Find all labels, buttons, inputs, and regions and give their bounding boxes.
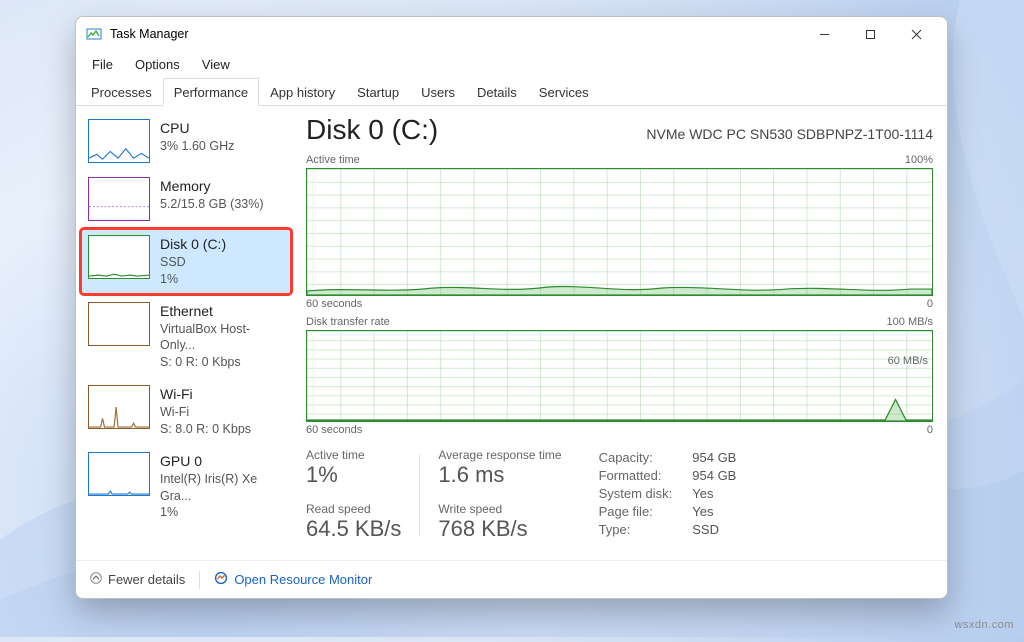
sidebar-sub-eth-a: VirtualBox Host-Only... — [160, 321, 284, 355]
thumb-disk0 — [88, 235, 150, 279]
tab-strip: Processes Performance App history Startu… — [76, 77, 947, 106]
sidebar-sub-disk0-a: SSD — [160, 254, 226, 271]
sidebar-sub-disk0-b: 1% — [160, 271, 226, 288]
stat-active-time-label: Active time — [306, 448, 401, 462]
active-time-chart — [306, 168, 933, 296]
sidebar-item-gpu0[interactable]: GPU 0 Intel(R) Iris(R) Xe Gra... 1% — [82, 447, 290, 527]
chevron-up-icon — [90, 572, 102, 587]
transfer-rate-chart: 60 MB/s — [306, 330, 933, 422]
tab-performance[interactable]: Performance — [163, 78, 259, 106]
active-time-chart-wrap: Active time 100% 60 seconds 0 — [306, 154, 933, 310]
kv-formatted-k: Formatted: — [599, 468, 673, 483]
kv-pagefile-v: Yes — [692, 504, 736, 519]
sidebar-label-eth: Ethernet — [160, 302, 284, 321]
kv-systemdisk-v: Yes — [692, 486, 736, 501]
sidebar-item-memory[interactable]: Memory 5.2/15.8 GB (33%) — [82, 172, 290, 226]
sidebar-sub-gpu0-a: Intel(R) Iris(R) Xe Gra... — [160, 471, 284, 505]
kv-capacity-v: 954 GB — [692, 450, 736, 465]
close-button[interactable] — [893, 19, 939, 49]
menu-bar: File Options View — [76, 51, 947, 77]
stat-avg-label: Average response time — [438, 448, 561, 462]
main-header: Disk 0 (C:) NVMe WDC PC SN530 SDBPNPZ-1T… — [306, 114, 933, 146]
open-resource-monitor-label: Open Resource Monitor — [234, 572, 372, 587]
kv-pagefile-k: Page file: — [599, 504, 673, 519]
thumb-gpu0 — [88, 452, 150, 496]
disk-model: NVMe WDC PC SN530 SDBPNPZ-1T00-1114 — [646, 126, 933, 142]
fewer-details-button[interactable]: Fewer details — [90, 572, 185, 587]
chart1-top-right: 100% — [905, 154, 933, 166]
menu-view[interactable]: View — [192, 54, 240, 75]
sidebar-sub-memory: 5.2/15.8 GB (33%) — [160, 196, 264, 213]
thumb-ethernet — [88, 302, 150, 346]
kv-type-k: Type: — [599, 522, 673, 537]
menu-options[interactable]: Options — [125, 54, 190, 75]
chart1-bot-left: 60 seconds — [306, 298, 362, 310]
open-resource-monitor-link[interactable]: Open Resource Monitor — [214, 571, 372, 588]
kv-capacity-k: Capacity: — [599, 450, 673, 465]
performance-sidebar: CPU 3% 1.60 GHz Memory 5.2/15.8 GB (33%) — [76, 106, 296, 560]
stat-avg-value: 1.6 ms — [438, 462, 561, 488]
tab-services[interactable]: Services — [528, 78, 600, 106]
chart1-top-left: Active time — [306, 154, 360, 166]
watermark: wsxdn.com — [954, 619, 1014, 631]
menu-file[interactable]: File — [82, 54, 123, 75]
resource-monitor-icon — [214, 571, 228, 588]
footer-bar: Fewer details Open Resource Monitor — [76, 560, 947, 598]
kv-formatted-v: 954 GB — [692, 468, 736, 483]
transfer-rate-chart-wrap: Disk transfer rate 100 MB/s 60 MB/s 60 s… — [306, 316, 933, 436]
page-title: Disk 0 (C:) — [306, 114, 438, 146]
sidebar-sub-wifi-a: Wi-Fi — [160, 404, 251, 421]
kv-type-v: SSD — [692, 522, 736, 537]
thumb-cpu — [88, 119, 150, 163]
sidebar-sub-wifi-b: S: 8.0 R: 0 Kbps — [160, 421, 251, 438]
chart2-top-left: Disk transfer rate — [306, 316, 390, 328]
tab-processes[interactable]: Processes — [80, 78, 163, 106]
task-manager-window: Task Manager File Options View Processes… — [75, 16, 948, 599]
sidebar-label-cpu: CPU — [160, 119, 234, 138]
maximize-button[interactable] — [847, 19, 893, 49]
tab-app-history[interactable]: App history — [259, 78, 346, 106]
sidebar-label-disk0: Disk 0 (C:) — [160, 235, 226, 254]
stat-active-time-value: 1% — [306, 462, 401, 488]
sidebar-sub-eth-b: S: 0 R: 0 Kbps — [160, 354, 284, 371]
fewer-details-label: Fewer details — [108, 572, 185, 587]
footer-divider — [199, 571, 200, 589]
stat-write-value: 768 KB/s — [438, 516, 561, 542]
sidebar-label-gpu0: GPU 0 — [160, 452, 284, 471]
tab-startup[interactable]: Startup — [346, 78, 410, 106]
tab-users[interactable]: Users — [410, 78, 466, 106]
stat-read-label: Read speed — [306, 502, 401, 516]
task-manager-icon — [86, 26, 102, 42]
sidebar-label-memory: Memory — [160, 177, 264, 196]
performance-main: Disk 0 (C:) NVMe WDC PC SN530 SDBPNPZ-1T… — [296, 106, 947, 560]
sidebar-item-ethernet[interactable]: Ethernet VirtualBox Host-Only... S: 0 R:… — [82, 297, 290, 377]
chart1-bot-right: 0 — [927, 298, 933, 310]
minimize-button[interactable] — [801, 19, 847, 49]
sidebar-sub-cpu: 3% 1.60 GHz — [160, 138, 234, 155]
disk-details: Capacity: 954 GB Formatted: 954 GB System … — [599, 450, 737, 542]
chart2-bot-left: 60 seconds — [306, 424, 362, 436]
sidebar-sub-gpu0-b: 1% — [160, 504, 284, 521]
thumb-wifi — [88, 385, 150, 429]
chart2-bot-right: 0 — [927, 424, 933, 436]
stats-row: Active time 1% Read speed 64.5 KB/s Aver… — [306, 448, 933, 542]
stats-divider-1 — [419, 454, 420, 536]
sidebar-label-wifi: Wi-Fi — [160, 385, 251, 404]
kv-systemdisk-k: System disk: — [599, 486, 673, 501]
thumb-memory — [88, 177, 150, 221]
sidebar-item-disk0[interactable]: Disk 0 (C:) SSD 1% — [82, 230, 290, 293]
title-bar[interactable]: Task Manager — [76, 17, 947, 51]
tab-details[interactable]: Details — [466, 78, 528, 106]
stat-write-label: Write speed — [438, 502, 561, 516]
sidebar-item-cpu[interactable]: CPU 3% 1.60 GHz — [82, 114, 290, 168]
window-title: Task Manager — [110, 27, 189, 41]
sidebar-item-wifi[interactable]: Wi-Fi Wi-Fi S: 8.0 R: 0 Kbps — [82, 380, 290, 443]
chart2-top-right: 100 MB/s — [887, 316, 933, 328]
stat-read-value: 64.5 KB/s — [306, 516, 401, 542]
